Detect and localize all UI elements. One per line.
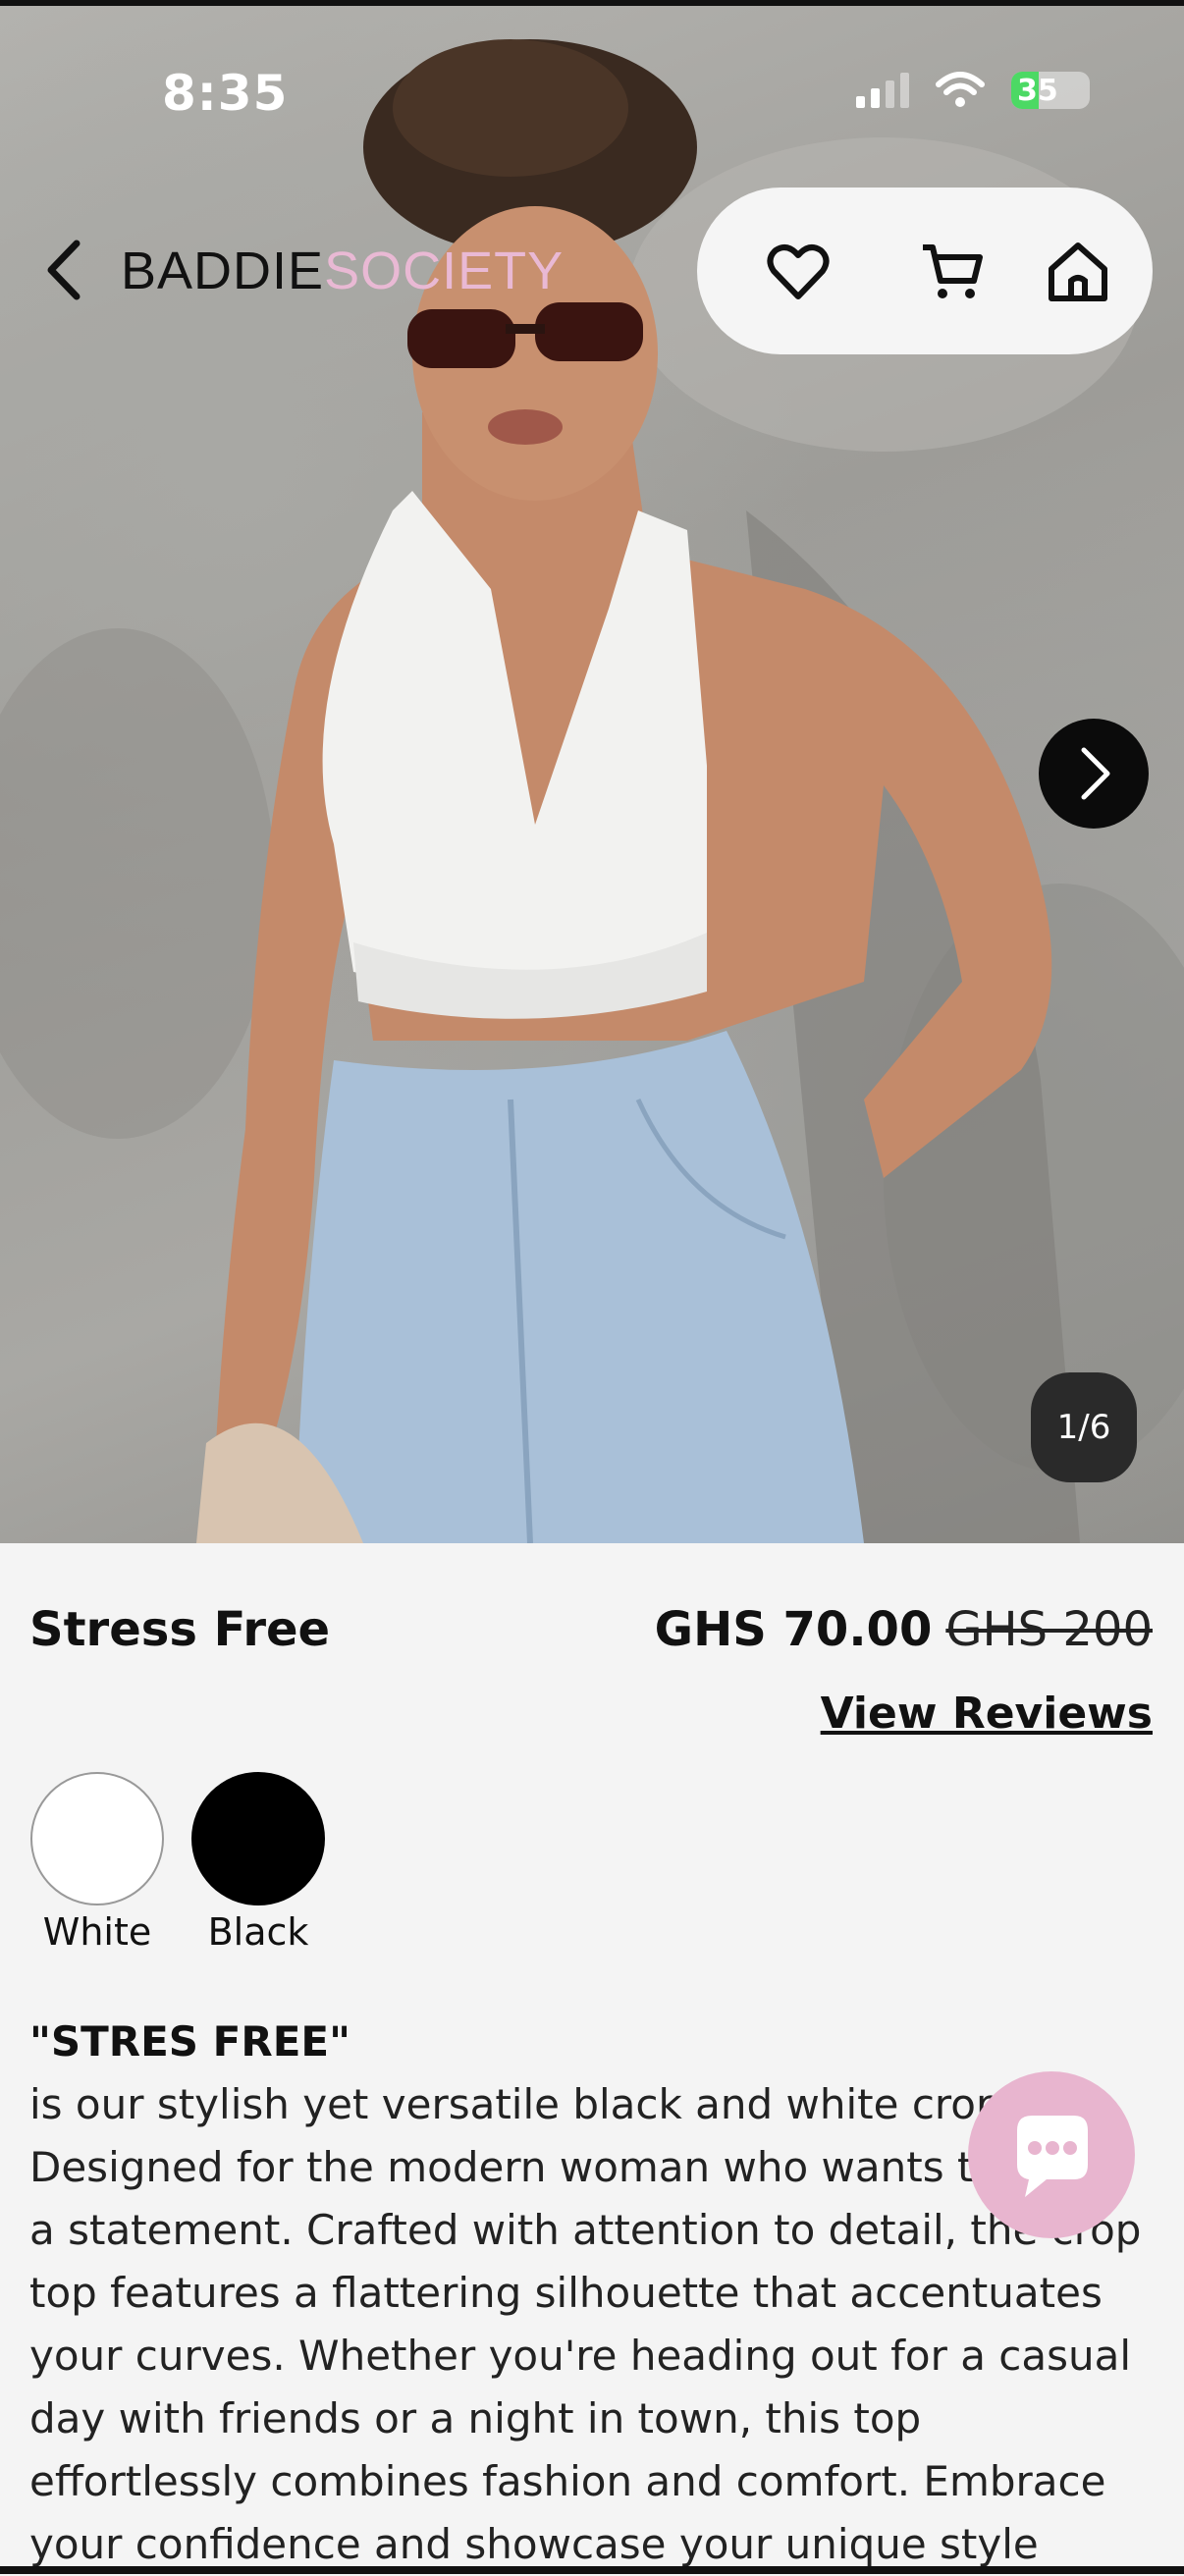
color-swatch-black[interactable] [191, 1772, 325, 1905]
original-price: GHS 200 [945, 1602, 1153, 1657]
home-icon[interactable] [1046, 240, 1110, 304]
view-reviews-link[interactable]: View Reviews [821, 1689, 1153, 1739]
brand-part-1: BADDIE [121, 242, 325, 300]
chat-button[interactable] [968, 2071, 1135, 2238]
brand-part-2: SOCIETY [324, 242, 565, 300]
heart-icon[interactable] [766, 240, 831, 304]
color-label-black: Black [207, 1910, 309, 1954]
product-title: Stress Free [29, 1602, 331, 1657]
description-title: "STRES FREE" [29, 2017, 350, 2066]
back-arrow-icon[interactable] [39, 236, 88, 304]
header-actions [697, 188, 1153, 354]
top-edge [0, 0, 1184, 6]
price-group: GHS 70.00 GHS 200 [655, 1602, 1153, 1657]
chevron-right-icon [1081, 747, 1110, 800]
color-label-white: White [42, 1910, 152, 1954]
carousel-next-button[interactable] [1039, 719, 1149, 829]
cart-icon[interactable] [919, 240, 984, 304]
status-time: 8:35 [162, 65, 289, 122]
color-swatch-white[interactable] [30, 1772, 164, 1905]
battery-charging-icon: 35 [1011, 72, 1090, 109]
status-icons: 35 [856, 71, 1090, 110]
image-counter: 1/6 [1031, 1372, 1137, 1482]
wifi-icon [936, 72, 985, 107]
bottom-edge [0, 2566, 1184, 2574]
chat-bubble-icon [1017, 2116, 1088, 2197]
signal-icon [856, 73, 909, 108]
brand-logo[interactable]: BADDIESOCIETY [121, 241, 564, 301]
current-price: GHS 70.00 [654, 1602, 933, 1657]
battery-level: 35 [1017, 73, 1058, 108]
